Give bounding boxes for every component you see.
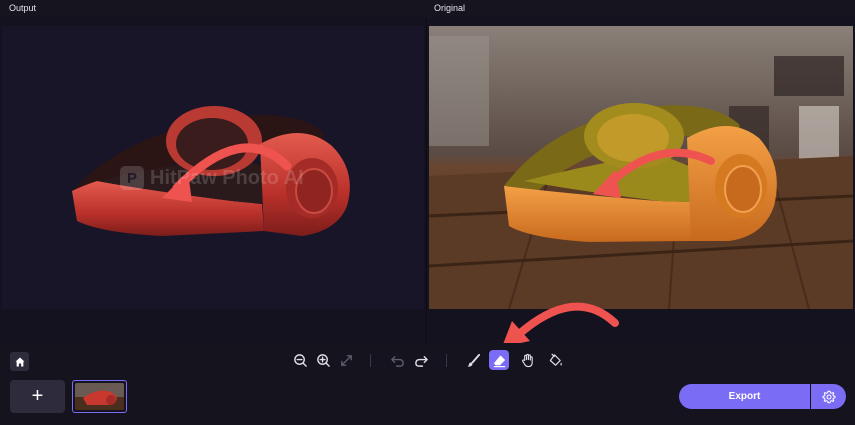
export-settings-button[interactable] <box>811 384 846 409</box>
output-canvas[interactable]: P HitPaw Photo AI <box>2 26 424 309</box>
gear-icon <box>822 390 835 403</box>
redo-button[interactable] <box>412 351 430 369</box>
zoom-out-icon <box>293 353 307 367</box>
toolbar-divider <box>446 354 447 367</box>
watermark: P HitPaw Photo AI <box>120 166 304 190</box>
watermark-logo-icon: P <box>120 166 144 190</box>
bottom-bar: + Export <box>0 375 855 425</box>
original-canvas[interactable] <box>429 26 853 309</box>
output-panel: P HitPaw Photo AI <box>0 17 427 343</box>
undo-icon <box>390 355 404 367</box>
fit-screen-icon <box>340 354 352 366</box>
eraser-button[interactable] <box>489 350 509 370</box>
eraser-icon <box>493 354 505 367</box>
fill-icon <box>549 353 562 366</box>
home-button[interactable] <box>10 352 29 371</box>
home-icon <box>15 357 24 366</box>
image-thumbnail[interactable] <box>72 380 127 413</box>
add-image-button[interactable]: + <box>10 380 65 413</box>
zoom-out-button[interactable] <box>291 351 309 369</box>
watermark-text: HitPaw Photo AI <box>150 166 304 189</box>
toolbar-divider <box>370 354 371 367</box>
fill-button[interactable] <box>546 351 564 369</box>
zoom-in-icon <box>316 353 330 367</box>
brush-icon <box>466 353 480 367</box>
original-pane-label: Original <box>434 3 466 13</box>
hand-icon <box>521 353 533 367</box>
toolbar <box>0 343 855 375</box>
hand-button[interactable] <box>518 351 536 369</box>
original-headphones-image <box>429 26 853 309</box>
output-pane-label: Output <box>9 3 37 13</box>
redo-icon <box>414 355 428 367</box>
undo-button[interactable] <box>388 351 406 369</box>
brush-button[interactable] <box>464 351 482 369</box>
thumbnail-image <box>75 383 124 410</box>
zoom-in-button[interactable] <box>314 351 332 369</box>
fit-screen-button[interactable] <box>337 351 355 369</box>
export-button[interactable]: Export <box>679 384 810 409</box>
